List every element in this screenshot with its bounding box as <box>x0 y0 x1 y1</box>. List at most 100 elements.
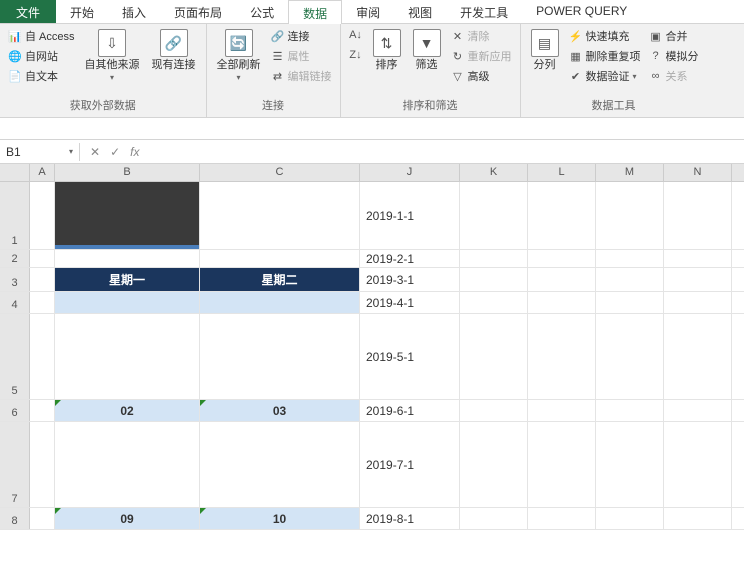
cell-M2[interactable] <box>596 250 664 267</box>
text-to-columns-button[interactable]: ▤ 分列 <box>527 27 563 73</box>
tab-view[interactable]: 视图 <box>394 0 446 23</box>
cell-M8[interactable] <box>596 508 664 529</box>
flash-fill-button[interactable]: ⚡快速填充 <box>567 27 643 45</box>
cell-K8[interactable] <box>460 508 528 529</box>
cell-N3[interactable] <box>664 268 732 291</box>
cell-M1[interactable] <box>596 182 664 249</box>
cell-L5[interactable] <box>528 314 596 399</box>
cancel-formula-button[interactable]: ✕ <box>90 145 100 159</box>
formula-input[interactable] <box>149 150 744 154</box>
sort-button[interactable]: ⇅ 排序 <box>369 27 405 73</box>
cell-M4[interactable] <box>596 292 664 313</box>
col-header-A[interactable]: A <box>30 164 55 181</box>
cell-N2[interactable] <box>664 250 732 267</box>
tab-file[interactable]: 文件 <box>0 0 56 23</box>
from-access-button[interactable]: 📊自 Access <box>6 27 77 45</box>
cell-C4[interactable] <box>200 292 360 313</box>
cell-J7[interactable]: 2019-7-1 <box>360 422 460 507</box>
cell-L1[interactable] <box>528 182 596 249</box>
row-header-5[interactable]: 5 <box>0 314 30 399</box>
cell-A8[interactable] <box>30 508 55 529</box>
fx-button[interactable]: fx <box>130 145 139 159</box>
col-header-K[interactable]: K <box>460 164 528 181</box>
row-header-1[interactable]: 1 <box>0 182 30 249</box>
cell-B5[interactable] <box>55 314 200 399</box>
relationships-button[interactable]: ∞关系 <box>647 67 701 85</box>
cell-L2[interactable] <box>528 250 596 267</box>
sort-asc-button[interactable]: A↓ <box>347 27 365 43</box>
cell-K1[interactable] <box>460 182 528 249</box>
cell-K2[interactable] <box>460 250 528 267</box>
cell-B7[interactable] <box>55 422 200 507</box>
cell-A4[interactable] <box>30 292 55 313</box>
cell-J6[interactable]: 2019-6-1 <box>360 400 460 421</box>
from-other-sources-button[interactable]: ⇩ 自其他来源▾ <box>81 27 144 84</box>
cell-B8[interactable]: 09 <box>55 508 200 529</box>
cell-C6[interactable]: 03 <box>200 400 360 421</box>
cell-C1[interactable] <box>200 182 360 249</box>
refresh-all-button[interactable]: 🔄 全部刷新▾ <box>213 27 265 84</box>
reapply-button[interactable]: ↻重新应用 <box>449 47 514 65</box>
cell-K3[interactable] <box>460 268 528 291</box>
tab-data[interactable]: 数据 <box>288 0 342 24</box>
cell-J2[interactable]: 2019-2-1 <box>360 250 460 267</box>
tab-home[interactable]: 开始 <box>56 0 108 23</box>
row-header-4[interactable]: 4 <box>0 292 30 313</box>
cell-C3[interactable]: 星期二 <box>200 268 360 291</box>
filter-button[interactable]: ▼ 筛选 <box>409 27 445 73</box>
cell-M6[interactable] <box>596 400 664 421</box>
cell-C8[interactable]: 10 <box>200 508 360 529</box>
cell-B2[interactable] <box>55 250 200 267</box>
tab-layout[interactable]: 页面布局 <box>160 0 236 23</box>
cell-A2[interactable] <box>30 250 55 267</box>
col-header-B[interactable]: B <box>55 164 200 181</box>
remove-duplicates-button[interactable]: ▦删除重复项 <box>567 47 643 65</box>
cell-N6[interactable] <box>664 400 732 421</box>
col-header-L[interactable]: L <box>528 164 596 181</box>
cell-B3[interactable]: 星期一 <box>55 268 200 291</box>
cell-J8[interactable]: 2019-8-1 <box>360 508 460 529</box>
cell-C7[interactable] <box>200 422 360 507</box>
from-web-button[interactable]: 🌐自网站 <box>6 47 77 65</box>
cell-L4[interactable] <box>528 292 596 313</box>
cell-B4[interactable] <box>55 292 200 313</box>
existing-connections-button[interactable]: 🔗 现有连接 <box>148 27 200 73</box>
cell-N8[interactable] <box>664 508 732 529</box>
cell-A6[interactable] <box>30 400 55 421</box>
col-header-M[interactable]: M <box>596 164 664 181</box>
cell-A1[interactable] <box>30 182 55 249</box>
tab-dev[interactable]: 开发工具 <box>446 0 522 23</box>
advanced-filter-button[interactable]: ▽高级 <box>449 67 514 85</box>
cell-A3[interactable] <box>30 268 55 291</box>
col-header-J[interactable]: J <box>360 164 460 181</box>
edit-links-button[interactable]: ⇄编辑链接 <box>269 67 334 85</box>
cell-L7[interactable] <box>528 422 596 507</box>
cell-K7[interactable] <box>460 422 528 507</box>
row-header-6[interactable]: 6 <box>0 400 30 421</box>
name-box[interactable]: B1 ▾ <box>0 143 80 161</box>
cell-K4[interactable] <box>460 292 528 313</box>
accept-formula-button[interactable]: ✓ <box>110 145 120 159</box>
cell-J3[interactable]: 2019-3-1 <box>360 268 460 291</box>
connections-button[interactable]: 🔗连接 <box>269 27 334 45</box>
col-header-C[interactable]: C <box>200 164 360 181</box>
properties-button[interactable]: ☰属性 <box>269 47 334 65</box>
clear-filter-button[interactable]: ✕清除 <box>449 27 514 45</box>
cell-K6[interactable] <box>460 400 528 421</box>
cell-C5[interactable] <box>200 314 360 399</box>
cell-L6[interactable] <box>528 400 596 421</box>
cell-K5[interactable] <box>460 314 528 399</box>
cell-B6[interactable]: 02 <box>55 400 200 421</box>
cell-N7[interactable] <box>664 422 732 507</box>
cell-A5[interactable] <box>30 314 55 399</box>
tab-insert[interactable]: 插入 <box>108 0 160 23</box>
tab-powerquery[interactable]: POWER QUERY <box>522 0 641 23</box>
cell-M7[interactable] <box>596 422 664 507</box>
whatif-button[interactable]: ?模拟分 <box>647 47 701 65</box>
data-validation-button[interactable]: ✔数据验证▾ <box>567 67 643 85</box>
col-header-N[interactable]: N <box>664 164 732 181</box>
tab-formulas[interactable]: 公式 <box>236 0 288 23</box>
cell-N5[interactable] <box>664 314 732 399</box>
consolidate-button[interactable]: ▣合并 <box>647 27 701 45</box>
row-header-7[interactable]: 7 <box>0 422 30 507</box>
